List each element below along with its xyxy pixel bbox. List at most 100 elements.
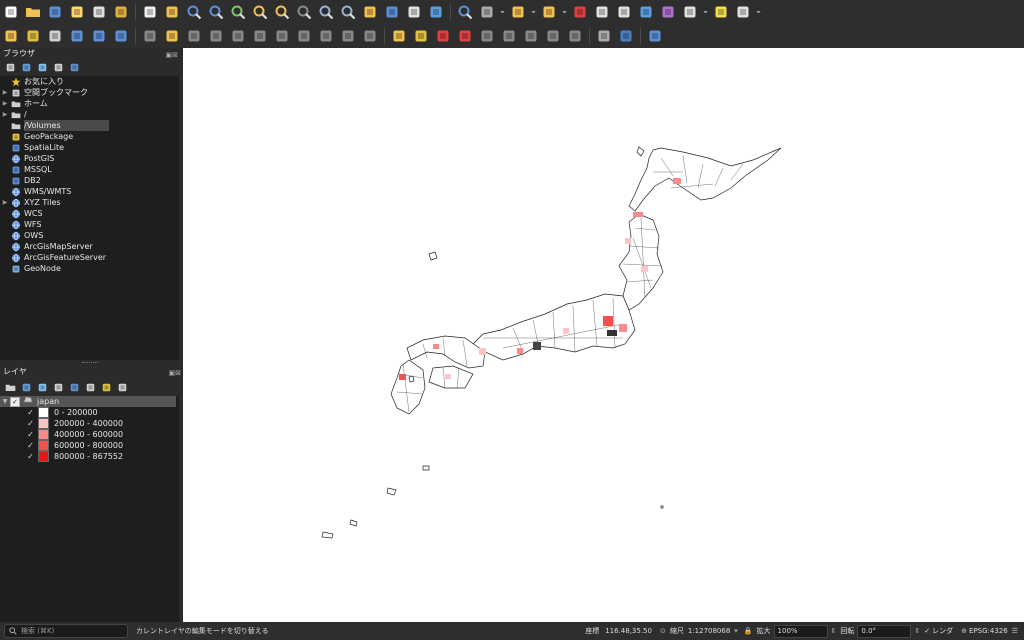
label-pin-all-icon[interactable]: [566, 27, 584, 45]
class-visibility-checkbox[interactable]: ✓: [26, 407, 35, 418]
browser-item[interactable]: OWS: [0, 230, 179, 241]
magnifier-stepper-icon[interactable]: ⇕: [831, 627, 837, 635]
label-toolbar-icon[interactable]: [390, 27, 408, 45]
label-pin-icon[interactable]: [434, 27, 452, 45]
refresh-icon[interactable]: [19, 60, 33, 74]
locator-search-input[interactable]: 検索 (⌘K): [4, 624, 128, 638]
legend-class-row[interactable]: ✓ 0 - 200000: [0, 407, 179, 418]
processing-toolbox-icon[interactable]: [637, 3, 655, 21]
crs-label[interactable]: EPSG:4326: [969, 627, 1008, 635]
label-move-icon[interactable]: [478, 27, 496, 45]
new-temp-layer-icon[interactable]: [90, 27, 108, 45]
browser-item[interactable]: ▶ XYZ Tiles: [0, 197, 179, 208]
dropdown-arrow-icon[interactable]: [530, 3, 537, 21]
toggle-editing-icon[interactable]: [163, 27, 181, 45]
filter-legend-icon[interactable]: [51, 380, 65, 394]
delete-selected-icon[interactable]: [251, 27, 269, 45]
crs-globe-icon[interactable]: ⊕: [961, 627, 967, 635]
measure-icon[interactable]: [681, 3, 699, 21]
expand-arrow-icon[interactable]: ▶: [0, 109, 10, 120]
add-layer-icon[interactable]: [3, 60, 17, 74]
browser-item[interactable]: SpatiaLite: [0, 142, 179, 153]
collapse-all-icon[interactable]: [99, 380, 113, 394]
new-project-icon[interactable]: [2, 3, 20, 21]
zoom-to-layer-icon[interactable]: [273, 3, 291, 21]
expand-arrow-icon[interactable]: ▶: [0, 197, 10, 208]
expand-all-icon[interactable]: [83, 380, 97, 394]
help-icon[interactable]: [646, 27, 664, 45]
zoom-last-icon[interactable]: [317, 3, 335, 21]
browser-item[interactable]: ArcGisFeatureServer: [0, 252, 179, 263]
zoom-next-icon[interactable]: [339, 3, 357, 21]
attribute-table-icon[interactable]: [593, 3, 611, 21]
legend-class-row[interactable]: ✓ 800000 - 867552: [0, 451, 179, 462]
map-canvas[interactable]: [183, 48, 1024, 622]
style-manager-icon[interactable]: [112, 3, 130, 21]
undo-icon[interactable]: [339, 27, 357, 45]
open-project-icon[interactable]: [24, 3, 42, 21]
browser-item[interactable]: PostGIS: [0, 153, 179, 164]
collapse-arrow-icon[interactable]: ▼: [0, 396, 10, 407]
scale-value[interactable]: 1:12708068: [688, 627, 730, 635]
dock-splitter[interactable]: [82, 362, 98, 365]
messages-icon[interactable]: ☰: [1012, 627, 1018, 635]
refresh-icon[interactable]: [427, 3, 445, 21]
add-group-icon[interactable]: [19, 380, 33, 394]
print-layout-icon[interactable]: [90, 3, 108, 21]
layer-visibility-checkbox[interactable]: ✓: [10, 396, 20, 407]
vertex-tool-icon[interactable]: [229, 27, 247, 45]
filter-dropdown-icon[interactable]: [67, 380, 81, 394]
browser-item[interactable]: MSSQL: [0, 164, 179, 175]
new-virtual-layer-icon[interactable]: [112, 27, 130, 45]
browser-item[interactable]: DB2: [0, 175, 179, 186]
rotation-value[interactable]: 0.0°: [857, 624, 912, 638]
zoom-full-icon[interactable]: [229, 3, 247, 21]
browser-item[interactable]: ▶ ホーム: [0, 98, 179, 109]
digitize-icon[interactable]: [207, 27, 225, 45]
browser-item[interactable]: WMS/WMTS: [0, 186, 179, 197]
browser-item[interactable]: GeoNode: [0, 263, 179, 274]
zoom-out-icon[interactable]: [207, 3, 225, 21]
current-edits-icon[interactable]: [141, 27, 159, 45]
lock-scale-icon[interactable]: 🔒: [744, 627, 753, 635]
actions-icon[interactable]: [478, 3, 496, 21]
new-spatialite-icon[interactable]: [68, 27, 86, 45]
label-rotate-icon[interactable]: [500, 27, 518, 45]
manage-themes-icon[interactable]: [35, 380, 49, 394]
browser-item[interactable]: WFS: [0, 219, 179, 230]
new-map-view-icon[interactable]: [361, 3, 379, 21]
bookmark-icon[interactable]: [405, 3, 423, 21]
dropdown-arrow-icon[interactable]: [755, 3, 762, 21]
class-visibility-checkbox[interactable]: ✓: [26, 418, 35, 429]
select-by-value-icon[interactable]: [540, 3, 558, 21]
open-styling-icon[interactable]: [3, 380, 17, 394]
coordinate-value[interactable]: 116.48,35.50: [605, 627, 652, 635]
remove-layer-icon[interactable]: [115, 380, 129, 394]
legend-class-row[interactable]: ✓ 600000 - 800000: [0, 440, 179, 451]
legend-class-row[interactable]: ✓ 400000 - 600000: [0, 429, 179, 440]
rotation-stepper-icon[interactable]: ⇕: [914, 627, 920, 635]
render-checkbox[interactable]: ✓: [924, 627, 930, 635]
zoom-in-icon[interactable]: [185, 3, 203, 21]
dropdown-arrow-icon[interactable]: [561, 3, 568, 21]
identify-icon[interactable]: [456, 3, 474, 21]
label-change-icon[interactable]: [522, 27, 540, 45]
new-shapefile-icon[interactable]: [46, 27, 64, 45]
browser-item[interactable]: お気に入り: [0, 76, 179, 87]
browser-item[interactable]: /Volumes: [0, 120, 179, 131]
dropdown-arrow-icon[interactable]: [702, 3, 709, 21]
expand-arrow-icon[interactable]: ▶: [0, 87, 10, 98]
layer-row-japan[interactable]: ▼ ✓ japan: [0, 396, 176, 407]
select-features-icon[interactable]: [509, 3, 527, 21]
panel-float-close-icon[interactable]: ▣⊠: [169, 367, 181, 379]
pan-to-selection-icon[interactable]: [163, 3, 181, 21]
map-tips-icon[interactable]: [712, 3, 730, 21]
browser-item[interactable]: ArcGisMapServer: [0, 241, 179, 252]
statistics-icon[interactable]: [659, 3, 677, 21]
browser-item[interactable]: ▶ 空間ブックマーク: [0, 87, 179, 98]
browser-item[interactable]: ▶ /: [0, 109, 179, 120]
copy-features-icon[interactable]: [295, 27, 313, 45]
class-visibility-checkbox[interactable]: ✓: [26, 440, 35, 451]
cut-features-icon[interactable]: [273, 27, 291, 45]
data-source-manager-icon[interactable]: [2, 27, 20, 45]
